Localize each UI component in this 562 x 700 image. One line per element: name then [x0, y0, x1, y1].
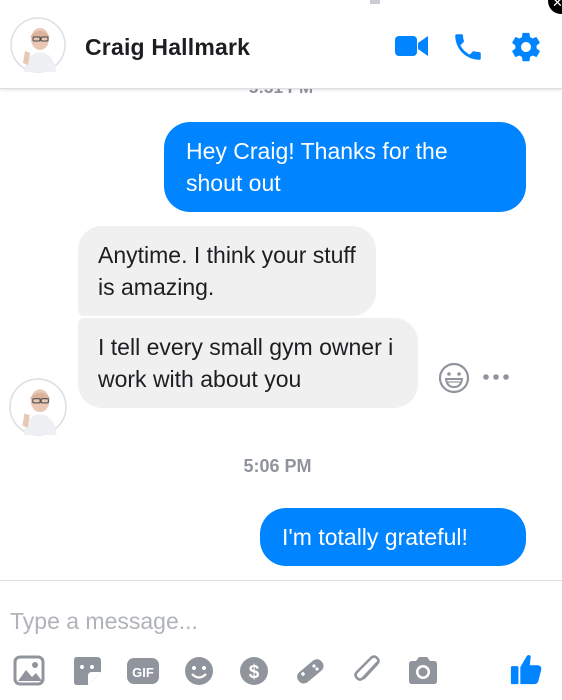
- photo-icon[interactable]: [12, 654, 48, 688]
- video-camera-icon[interactable]: [395, 33, 429, 59]
- message-bubble-outgoing[interactable]: Hey Craig! Thanks for the shout out: [164, 122, 526, 212]
- thumbs-up-icon[interactable]: [508, 652, 544, 686]
- composer-divider: [0, 580, 562, 581]
- scrollbar-thumb[interactable]: [370, 0, 380, 4]
- more-options-icon[interactable]: [482, 372, 512, 382]
- paperclip-icon[interactable]: [350, 654, 386, 688]
- message-timestamp: 5:06 PM: [243, 456, 312, 476]
- phone-icon[interactable]: [451, 30, 485, 64]
- message-bubble-incoming[interactable]: Anytime. I think your stuff is amazing.: [78, 226, 376, 316]
- conversation-header: Craig Hallmark: [0, 0, 562, 89]
- camera-icon[interactable]: [405, 654, 441, 688]
- contact-avatar-small[interactable]: [9, 378, 67, 436]
- sticker-icon[interactable]: [70, 654, 106, 688]
- gif-icon[interactable]: GIF: [125, 654, 161, 688]
- game-controller-icon[interactable]: [292, 654, 328, 688]
- dollar-icon[interactable]: $: [237, 654, 273, 688]
- gear-icon[interactable]: [509, 30, 543, 64]
- emoji-icon[interactable]: [182, 654, 218, 688]
- reaction-smiley-icon[interactable]: [437, 361, 471, 395]
- contact-avatar[interactable]: [10, 17, 66, 73]
- message-input[interactable]: [10, 604, 470, 638]
- svg-text:$: $: [249, 662, 260, 683]
- message-bubble-incoming[interactable]: I tell every small gym owner i work with…: [78, 318, 418, 408]
- contact-name[interactable]: Craig Hallmark: [85, 34, 250, 61]
- gif-label: GIF: [132, 665, 154, 680]
- message-bubble-outgoing[interactable]: I'm totally grateful!: [260, 508, 526, 566]
